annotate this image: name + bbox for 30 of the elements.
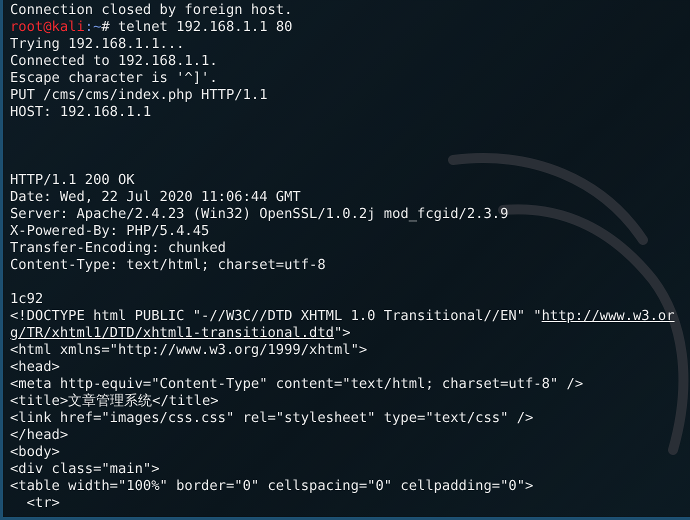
terminal-text: <title>文章管理系统</title> <box>10 393 219 409</box>
terminal-text: 1c92 <box>10 291 44 307</box>
terminal-text: Date: Wed, 22 Jul 2020 11:06:44 GMT <box>10 189 301 205</box>
terminal-text: Transfer-Encoding: chunked <box>10 240 226 256</box>
terminal-text: <table width="100%" border="0" cellspacing="0" cellpadding="0"> <box>10 478 534 494</box>
terminal-text: X-Powered-By: PHP/5.4.45 <box>10 223 210 239</box>
terminal-text: <tr> <box>26 495 60 511</box>
prompt-path-text: :~ <box>84 19 102 35</box>
terminal-text: # telnet 192.168.1.1 80 <box>101 19 292 35</box>
link[interactable]: g/TR/xhtml1/DTD/xhtml1-transitional.dtd <box>10 325 334 341</box>
terminal-text: "> <box>334 325 351 341</box>
terminal-text: <!DOCTYPE html PUBLIC "-//W3C//DTD XHTML 1.0 Transitional//EN" " <box>10 308 542 324</box>
terminal-text: <link href="images/css.css" rel="stylesheet" type="text/css" /> <box>10 410 534 426</box>
terminal-text: Trying 192.168.1.1... <box>10 36 184 52</box>
terminal-text: Escape character is '^]'. <box>10 70 218 86</box>
link[interactable]: http://www.w3.or <box>542 308 675 324</box>
terminal-text: Connection closed by foreign host. <box>10 2 292 18</box>
terminal-text: </head> <box>10 427 68 443</box>
terminal-text: HOST: 192.168.1.1 <box>10 104 152 120</box>
terminal-text: PUT /cms/cms/index.php HTTP/1.1 <box>10 87 268 103</box>
terminal-text: Server: Apache/2.4.23 (Win32) OpenSSL/1.0.2j mod_fcgid/2.3.9 <box>10 206 508 222</box>
terminal-text: Content-Type: text/html; charset=utf-8 <box>10 257 326 273</box>
terminal-text: <head> <box>10 359 60 375</box>
terminal-text: <html xmlns="http://www.w3.org/1999/xhtml"> <box>10 342 368 358</box>
terminal-text: HTTP/1.1 200 OK <box>10 172 135 188</box>
terminal-text: <meta http-equiv="Content-Type" content="text/html; charset=utf-8" /> <box>10 376 584 392</box>
terminal-text: <div class="main"> <box>10 461 160 477</box>
terminal-text: <body> <box>10 444 60 460</box>
terminal-text: Connected to 192.168.1.1. <box>10 53 218 69</box>
prompt-user-text: root@kali <box>10 19 85 35</box>
